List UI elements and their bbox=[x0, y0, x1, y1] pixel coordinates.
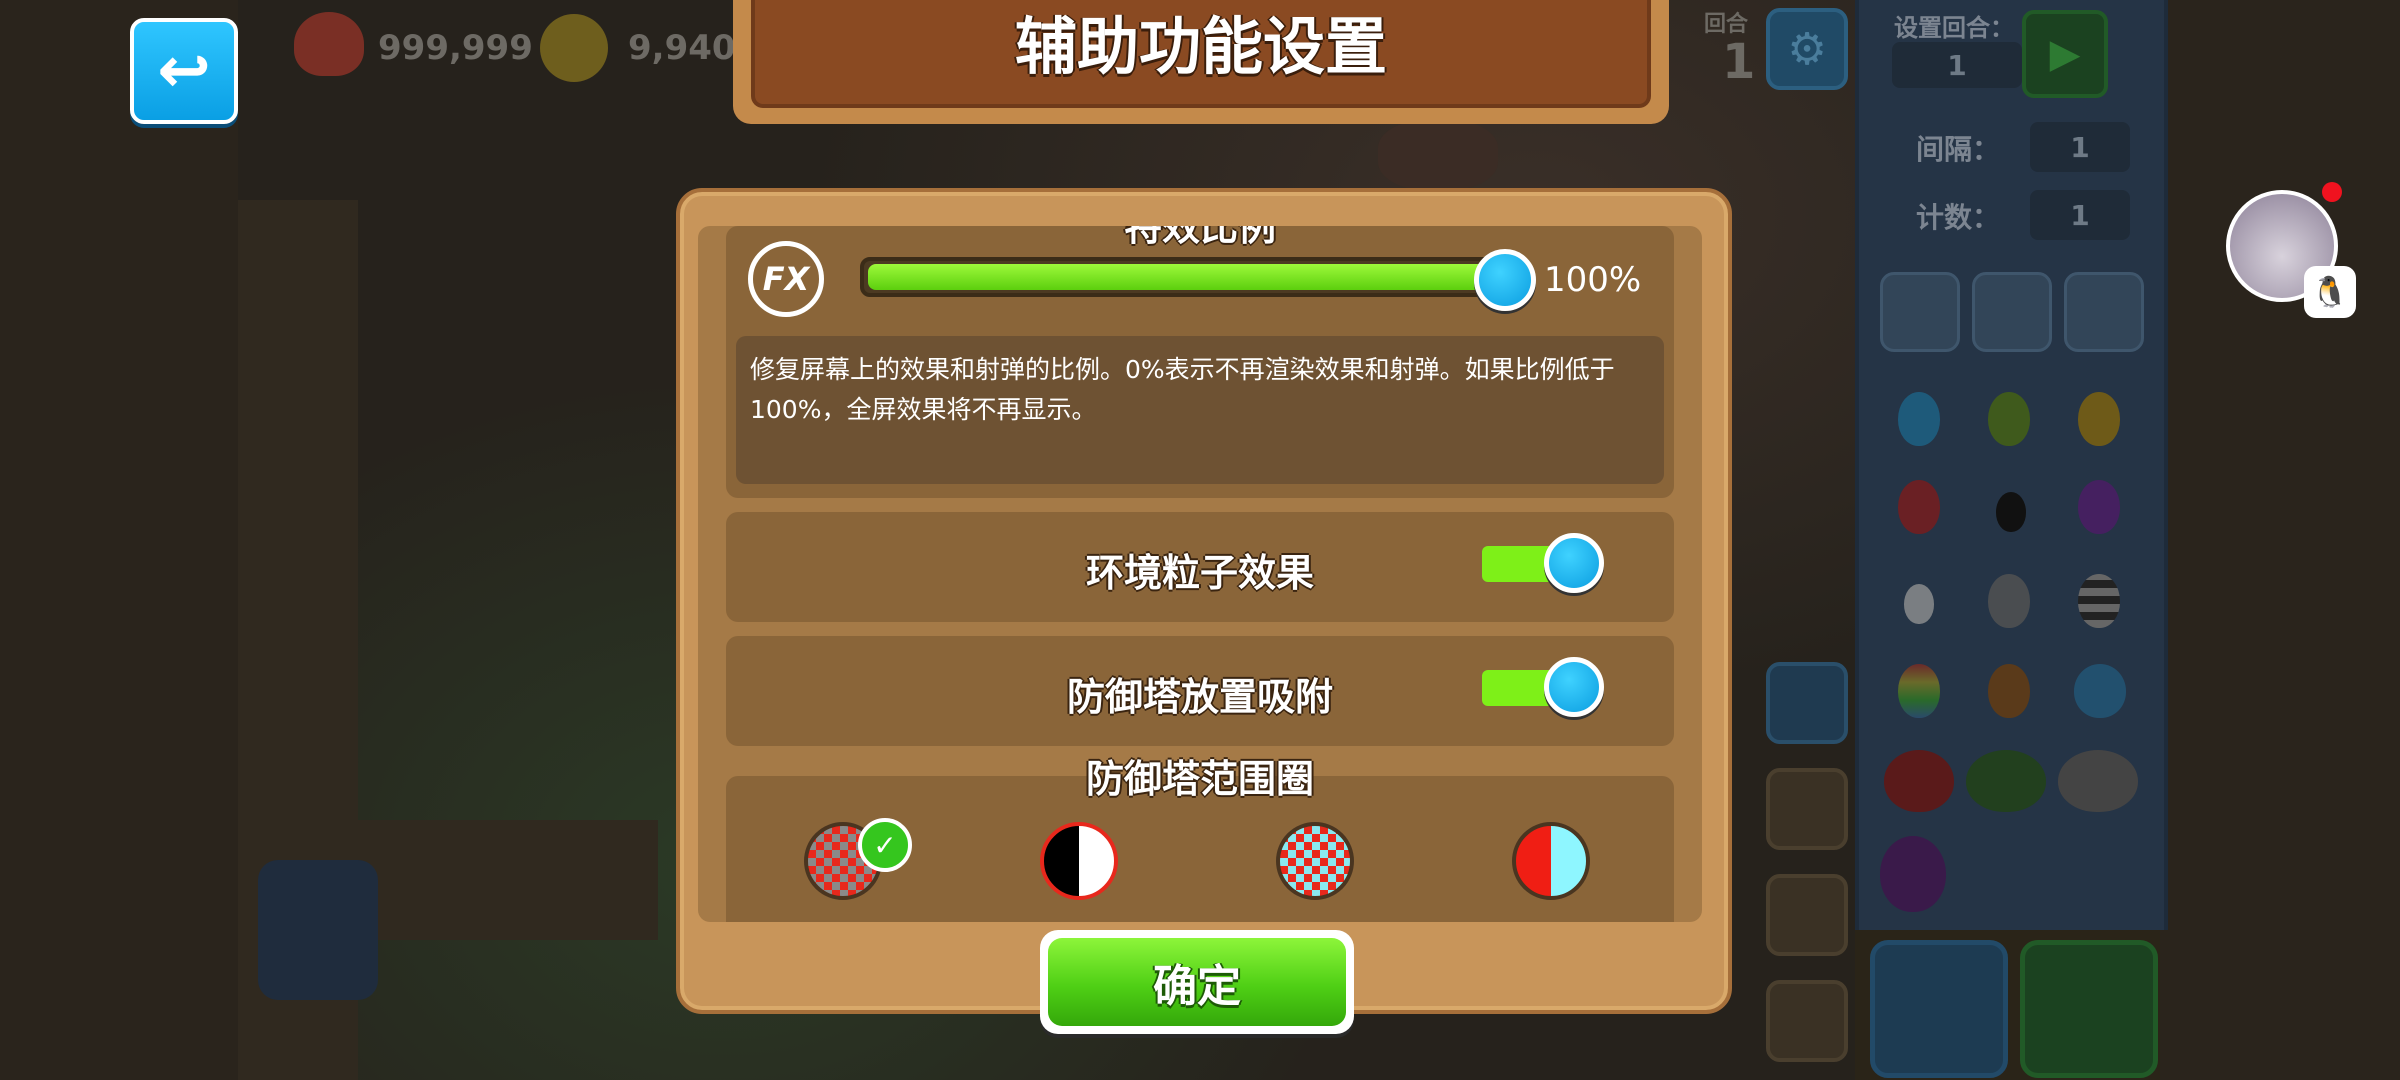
green-balloon-icon[interactable] bbox=[1988, 392, 2030, 446]
reset-button[interactable] bbox=[1766, 768, 1848, 850]
moab-class-icon[interactable] bbox=[2074, 664, 2126, 718]
ceramic-balloon-icon[interactable] bbox=[1988, 664, 2030, 718]
set-round-label: 设置回合： bbox=[1894, 14, 2014, 42]
play-icon: ▶ bbox=[2049, 31, 2081, 77]
fx-percent-label: 100% bbox=[1544, 260, 1642, 300]
ddt-icon[interactable] bbox=[2058, 750, 2138, 812]
range-option-red-cyan[interactable] bbox=[1512, 822, 1590, 900]
confirm-label: 确定 bbox=[1048, 938, 1346, 1026]
fx-description: 修复屏幕上的效果和射弹的比例。0%表示不再渲染效果和射弹。如果比例低于100%，… bbox=[750, 355, 1615, 424]
lead-balloon-icon[interactable] bbox=[1988, 574, 2030, 628]
range-option-red-cyan-checker[interactable] bbox=[1276, 822, 1354, 900]
fast-forward-button[interactable] bbox=[2020, 940, 2158, 1078]
fx-slider-handle[interactable] bbox=[1474, 249, 1536, 311]
coin-icon bbox=[540, 14, 608, 82]
heart-icon bbox=[294, 12, 364, 76]
fx-section-title: 特效比例 bbox=[1123, 226, 1276, 249]
modal-title: 辅助功能设置 bbox=[751, 0, 1651, 108]
zomg-icon[interactable] bbox=[1966, 750, 2046, 812]
lives-count: 999,999 bbox=[378, 28, 533, 68]
monkey-button[interactable] bbox=[1870, 940, 2008, 1078]
white-balloon-icon[interactable] bbox=[1904, 584, 1934, 624]
confirm-button[interactable]: 确定 bbox=[1040, 930, 1354, 1034]
fx-icon: FX bbox=[748, 241, 824, 317]
rainbow-balloon-icon[interactable] bbox=[1898, 664, 1940, 718]
title-banner: 辅助功能设置 bbox=[733, 0, 1669, 124]
settings-button[interactable]: ⚙ bbox=[1766, 8, 1848, 90]
qq-icon[interactable]: 🐧 bbox=[2304, 266, 2356, 318]
set-round-input[interactable]: 1 bbox=[1892, 42, 2022, 88]
bad-icon[interactable] bbox=[1880, 836, 1946, 912]
blue-balloon-icon[interactable] bbox=[1898, 392, 1940, 446]
clear-bloons-button[interactable] bbox=[1766, 980, 1848, 1062]
map-decoration bbox=[258, 860, 378, 1000]
purple-balloon-icon[interactable] bbox=[2078, 480, 2120, 534]
bfb-icon[interactable] bbox=[1884, 750, 1954, 812]
clear-towers-button[interactable] bbox=[1766, 874, 1848, 956]
yellow-balloon-icon[interactable] bbox=[2078, 392, 2120, 446]
back-arrow-icon: ↩ bbox=[157, 34, 211, 108]
back-button[interactable]: ↩ bbox=[130, 18, 238, 124]
balloon-type-button[interactable] bbox=[1880, 272, 1960, 352]
powers-button[interactable] bbox=[1766, 662, 1848, 744]
moab-button[interactable] bbox=[2064, 272, 2144, 352]
red-balloon-icon[interactable] bbox=[1898, 480, 1940, 534]
map-decoration bbox=[1378, 120, 1498, 190]
ambient-particles-toggle[interactable] bbox=[1544, 533, 1604, 593]
start-round-button[interactable]: ▶ bbox=[2022, 10, 2108, 98]
cash-count: 9,940 bbox=[628, 28, 736, 68]
zebra-balloon-icon[interactable] bbox=[2078, 574, 2120, 628]
tower-snap-toggle[interactable] bbox=[1544, 657, 1604, 717]
range-option-black-white[interactable] bbox=[1040, 822, 1118, 900]
interval-input[interactable]: 1 bbox=[2030, 122, 2130, 172]
range-circle-title: 防御塔范围圈 bbox=[1085, 757, 1314, 801]
heart-balloon-button[interactable] bbox=[1972, 272, 2052, 352]
notification-dot bbox=[2322, 182, 2342, 202]
count-input[interactable]: 1 bbox=[2030, 190, 2130, 240]
fx-slider-fill bbox=[868, 264, 1496, 290]
count-label: 计数： bbox=[1916, 201, 2001, 234]
black-balloon-icon[interactable] bbox=[1996, 492, 2026, 532]
round-value: 1 bbox=[1722, 34, 1756, 90]
selected-check-icon: ✓ bbox=[858, 818, 912, 872]
gear-icon: ⚙ bbox=[1787, 23, 1827, 75]
interval-label: 间隔： bbox=[1916, 133, 2001, 166]
